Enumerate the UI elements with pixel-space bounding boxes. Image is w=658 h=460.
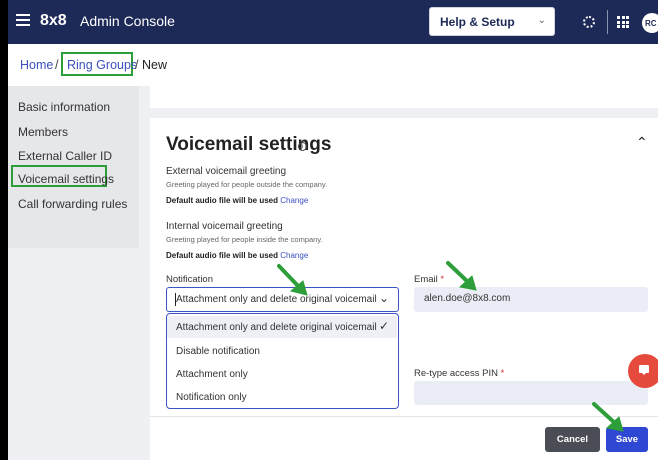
arrow-to-email-icon xyxy=(446,261,471,285)
annotation-overlay xyxy=(277,261,624,432)
arrow-to-notification-icon xyxy=(277,264,302,290)
app-window: 8x8 Admin Console Help & Setup ⌄ RC Home… xyxy=(8,0,658,460)
arrow-to-save-icon xyxy=(592,402,618,426)
